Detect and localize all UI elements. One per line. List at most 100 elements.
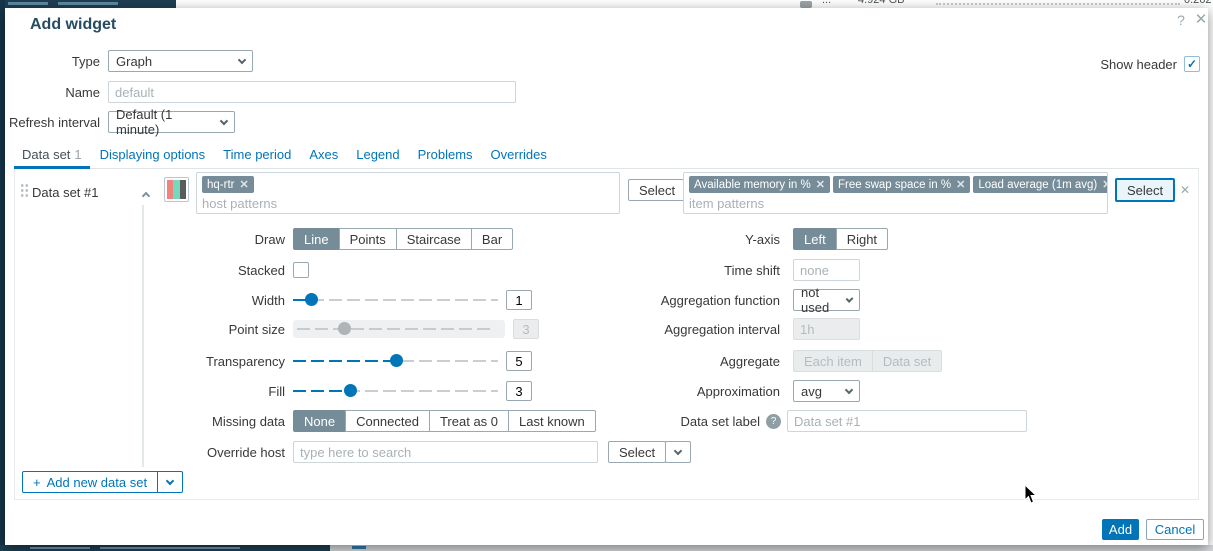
stacked-checkbox[interactable] (293, 262, 309, 278)
tab-bar: Data set1 Displaying options Time period… (14, 143, 1199, 169)
transparency-value[interactable] (506, 351, 532, 371)
width-slider[interactable] (293, 293, 498, 307)
help-icon[interactable]: ? (766, 414, 781, 429)
chip-remove-icon[interactable]: ✕ (1102, 178, 1108, 191)
chevron-down-icon (674, 447, 682, 455)
chevron-down-icon (238, 55, 246, 63)
chip-remove-icon[interactable]: ✕ (239, 178, 248, 191)
tab-badge: 1 (74, 147, 81, 162)
aggregate-option-each-item: Each item (793, 350, 873, 372)
dataset-label-input[interactable] (787, 410, 1027, 432)
override-host-label: Override host (14, 445, 285, 460)
tab-displaying-options[interactable]: Displaying options (92, 143, 214, 169)
swatch-color-3 (180, 180, 186, 199)
dataset-label-label: Data set label (560, 414, 760, 429)
chevron-down-icon (846, 295, 854, 303)
item-patterns-multiselect[interactable]: Available memory in % ✕ Free swap space … (683, 172, 1108, 214)
slider-thumb[interactable] (344, 384, 357, 397)
slider-thumb[interactable] (390, 354, 403, 367)
tab-data-set[interactable]: Data set1 (14, 143, 90, 169)
item-chip[interactable]: Available memory in % ✕ (689, 176, 830, 193)
refresh-interval-label: Refresh interval (5, 115, 100, 130)
host-chip[interactable]: hq-rtr ✕ (202, 176, 254, 193)
close-icon[interactable]: ✕ (1193, 12, 1209, 28)
drag-handle[interactable] (20, 183, 29, 197)
tab-legend[interactable]: Legend (348, 143, 407, 169)
override-host-select-button[interactable]: Select (608, 441, 666, 463)
collapse-icon[interactable] (135, 187, 149, 202)
time-shift-input[interactable] (793, 259, 860, 281)
override-host-input[interactable] (293, 441, 598, 463)
color-palette-swatch[interactable] (164, 177, 189, 202)
item-chip[interactable]: Load average (1m avg) ✕ (973, 176, 1108, 193)
missing-data-label: Missing data (14, 414, 285, 429)
bg-metric-value: 0.262 (1184, 0, 1212, 8)
fill-label: Fill (14, 384, 285, 399)
tab-axes[interactable]: Axes (301, 143, 346, 169)
draw-option-staircase[interactable]: Staircase (396, 228, 472, 250)
slider-thumb[interactable] (305, 293, 318, 306)
aggregate-label: Aggregate (560, 354, 780, 369)
draw-option-bar[interactable]: Bar (471, 228, 513, 250)
point-size-label: Point size (14, 322, 285, 337)
show-header-label: Show header (1100, 57, 1177, 72)
refresh-interval-value: Default (1 minute) (116, 107, 213, 137)
aggregate-option-data-set: Data set (872, 350, 942, 372)
type-label: Type (5, 54, 100, 69)
type-select-value: Graph (116, 54, 152, 69)
host-patterns-multiselect[interactable]: hq-rtr ✕ host patterns (196, 172, 620, 214)
cancel-button[interactable]: Cancel (1146, 519, 1204, 540)
item-chip[interactable]: Free swap space in % ✕ (833, 176, 970, 193)
help-icon[interactable]: ? (1173, 12, 1189, 28)
slider-thumb (338, 322, 351, 335)
tab-problems[interactable]: Problems (410, 143, 481, 169)
missing-data-segmented: None Connected Treat as 0 Last known (293, 410, 596, 432)
yaxis-option-right[interactable]: Right (836, 228, 888, 250)
bg-ellipsis: ... (822, 0, 831, 8)
refresh-interval-select[interactable]: Default (1 minute) (108, 111, 235, 133)
aggregation-interval-label: Aggregation interval (560, 322, 780, 337)
aggregation-function-label: Aggregation function (560, 293, 780, 308)
chip-remove-icon[interactable]: ✕ (816, 178, 825, 191)
dialog-title: Add widget (30, 16, 116, 34)
approximation-select[interactable]: avg (793, 380, 860, 402)
add-button[interactable]: Add (1102, 519, 1139, 540)
missing-option-connected[interactable]: Connected (345, 410, 430, 432)
dataset-title: Data set #1 (32, 185, 99, 200)
chip-remove-icon[interactable]: ✕ (956, 178, 965, 191)
tab-time-period[interactable]: Time period (215, 143, 299, 169)
stacked-label: Stacked (14, 263, 285, 278)
approximation-value: avg (801, 384, 822, 399)
host-select-button[interactable]: Select (628, 179, 686, 201)
add-new-dataset-caret[interactable] (158, 471, 183, 493)
name-input[interactable] (108, 81, 516, 103)
item-select-button[interactable]: Select (1115, 178, 1175, 202)
remove-dataset-icon[interactable]: ✕ (1180, 183, 1190, 197)
add-new-dataset-split-button: + Add new data set (22, 471, 183, 493)
show-header-checkbox[interactable]: ✓ (1184, 56, 1200, 72)
add-new-dataset-button[interactable]: + Add new data set (22, 471, 158, 493)
aggregate-segmented: Each item Data set (793, 350, 942, 372)
plus-icon: + (33, 475, 41, 490)
draw-label: Draw (14, 232, 285, 247)
missing-option-treat-as-0[interactable]: Treat as 0 (429, 410, 509, 432)
draw-option-line[interactable]: Line (293, 228, 340, 250)
missing-option-none[interactable]: None (293, 410, 346, 432)
bg-dotted-leader (936, 3, 1180, 5)
aggregation-function-select[interactable]: not used (793, 289, 860, 311)
fill-slider[interactable] (293, 384, 498, 398)
aggregation-interval-input (793, 318, 860, 340)
transparency-label: Transparency (14, 354, 285, 369)
bg-sidebar (0, 0, 176, 8)
host-icon (800, 1, 812, 8)
draw-option-points[interactable]: Points (339, 228, 397, 250)
width-value[interactable] (506, 290, 532, 310)
yaxis-option-left[interactable]: Left (793, 228, 837, 250)
transparency-slider[interactable] (293, 354, 498, 368)
fill-value[interactable] (506, 381, 532, 401)
type-select[interactable]: Graph (108, 50, 253, 72)
aggregation-function-value: not used (801, 285, 839, 315)
tab-overrides[interactable]: Overrides (483, 143, 555, 169)
override-host-select-caret[interactable] (665, 441, 691, 463)
name-label: Name (5, 85, 100, 100)
